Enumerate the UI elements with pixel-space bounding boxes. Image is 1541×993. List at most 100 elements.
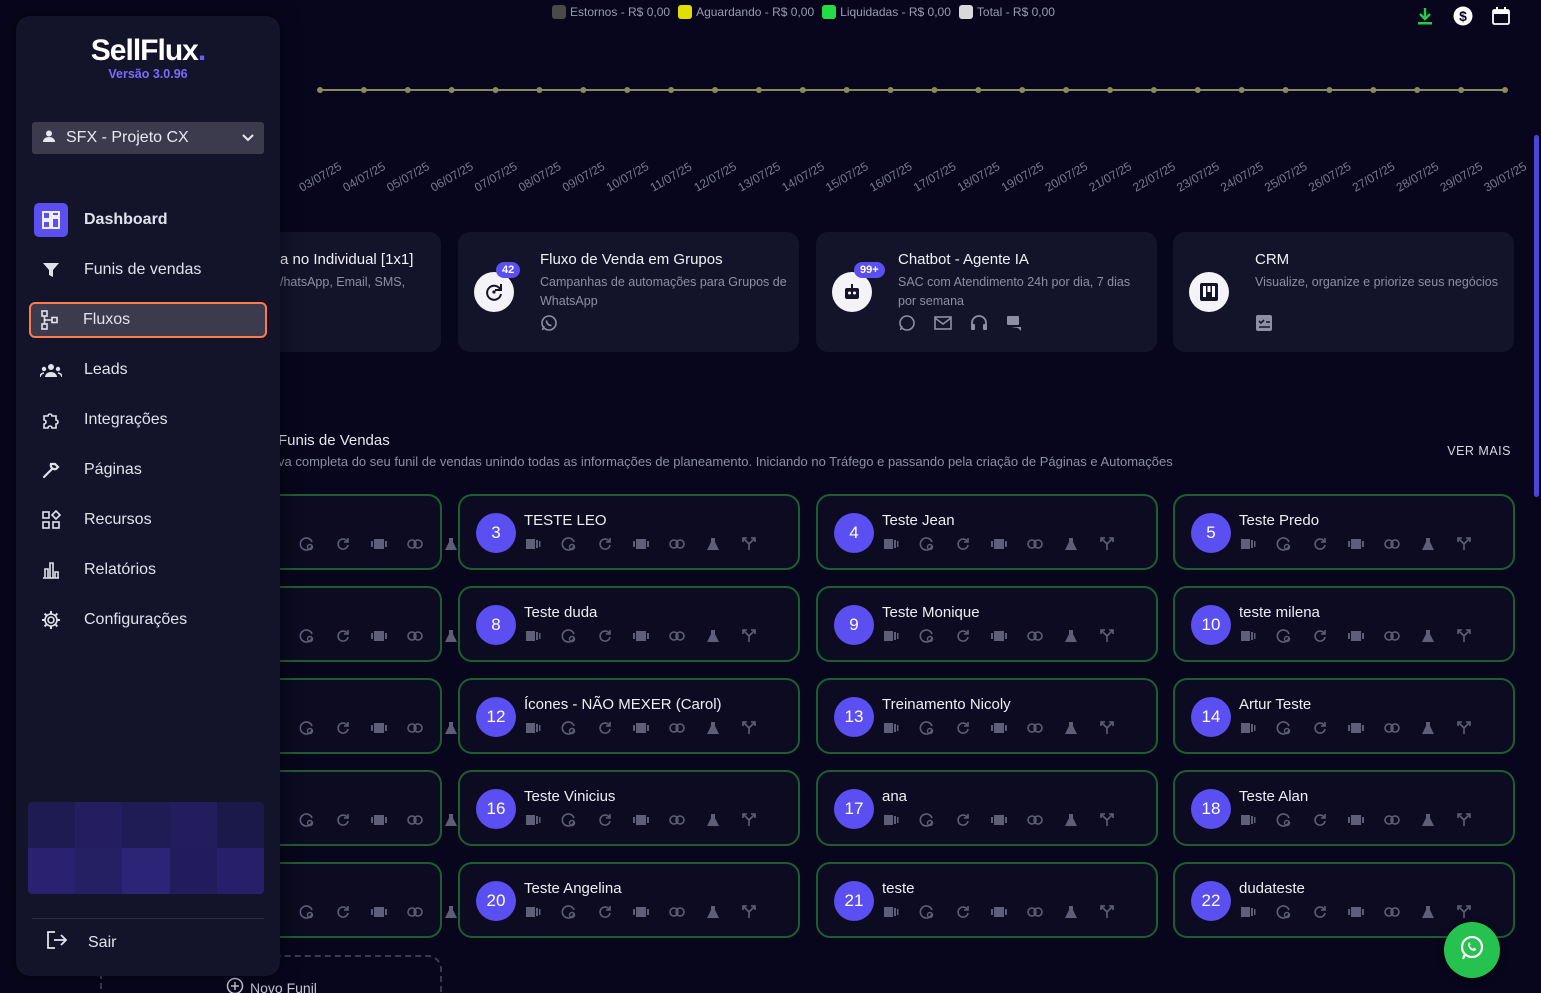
link-icon[interactable]	[668, 904, 686, 920]
refresh-icon[interactable]	[1311, 812, 1329, 828]
data-point[interactable]	[317, 87, 323, 93]
flask-icon[interactable]	[1419, 536, 1437, 552]
link-icon[interactable]	[1383, 628, 1401, 644]
split-icon[interactable]	[740, 536, 758, 552]
refresh-icon[interactable]	[954, 536, 972, 552]
link-icon[interactable]	[406, 720, 424, 736]
funnel-card[interactable]: 17 ana	[816, 770, 1158, 846]
dollar-icon[interactable]: $	[1453, 6, 1473, 26]
funnel-card[interactable]: 20 Teste Angelina	[458, 862, 800, 938]
refresh-icon[interactable]	[596, 536, 614, 552]
sync-gear-icon[interactable]	[298, 720, 316, 736]
flask-icon[interactable]	[704, 536, 722, 552]
film-icon[interactable]	[1347, 628, 1365, 644]
see-more-link[interactable]: VER MAIS	[1447, 444, 1511, 458]
split-icon[interactable]	[1098, 720, 1116, 736]
data-point[interactable]	[1107, 87, 1113, 93]
split-icon[interactable]	[740, 720, 758, 736]
sync-gear-icon[interactable]	[1275, 628, 1293, 644]
split-icon[interactable]	[1098, 812, 1116, 828]
data-point[interactable]	[1370, 87, 1377, 93]
data-point[interactable]	[975, 87, 982, 93]
video-icon[interactable]	[1239, 720, 1257, 736]
legend-item-estornos[interactable]: Estornos - R$ 0,00	[552, 5, 670, 19]
link-icon[interactable]	[1026, 628, 1044, 644]
refresh-icon[interactable]	[954, 720, 972, 736]
refresh-icon[interactable]	[954, 904, 972, 920]
refresh-icon[interactable]	[1311, 904, 1329, 920]
refresh-icon[interactable]	[334, 812, 352, 828]
flask-icon[interactable]	[1062, 720, 1080, 736]
sync-gear-icon[interactable]	[918, 720, 936, 736]
flask-icon[interactable]	[1419, 904, 1437, 920]
flask-icon[interactable]	[1419, 812, 1437, 828]
video-icon[interactable]	[882, 904, 900, 920]
sync-gear-icon[interactable]	[1275, 720, 1293, 736]
funnel-card[interactable]: 18 Teste Alan	[1173, 770, 1515, 846]
project-select[interactable]: SFX - Projeto CX	[32, 122, 264, 154]
sync-gear-icon[interactable]	[298, 536, 316, 552]
split-icon[interactable]	[1098, 628, 1116, 644]
refresh-icon[interactable]	[1311, 720, 1329, 736]
sidebar-item-integracoes[interactable]: Integrações	[32, 402, 264, 438]
video-icon[interactable]	[1239, 812, 1257, 828]
refresh-icon[interactable]	[596, 628, 614, 644]
calendar-icon[interactable]	[1491, 6, 1511, 26]
sidebar-item-configuracoes[interactable]: Configurações	[32, 602, 264, 638]
flask-icon[interactable]	[704, 904, 722, 920]
film-icon[interactable]	[370, 628, 388, 644]
sidebar-item-dashboard[interactable]: Dashboard	[32, 202, 264, 238]
legend-item-aguardando[interactable]: Aguardando - R$ 0,00	[678, 5, 814, 19]
data-point[interactable]	[755, 87, 762, 93]
link-icon[interactable]	[1383, 812, 1401, 828]
split-icon[interactable]	[1455, 812, 1473, 828]
film-icon[interactable]	[990, 720, 1008, 736]
flask-icon[interactable]	[1419, 628, 1437, 644]
link-icon[interactable]	[406, 812, 424, 828]
product-card-chatbot[interactable]: 99+ Chatbot - Agente IA SAC com Atendime…	[816, 232, 1157, 352]
refresh-icon[interactable]	[596, 904, 614, 920]
funnel-card[interactable]: 9 Teste Monique	[816, 586, 1158, 662]
sync-gear-icon[interactable]	[560, 628, 578, 644]
download-icon[interactable]	[1415, 6, 1435, 26]
film-icon[interactable]	[1347, 536, 1365, 552]
flask-icon[interactable]	[1062, 904, 1080, 920]
film-icon[interactable]	[990, 536, 1008, 552]
logout-button[interactable]: Sair	[46, 930, 116, 955]
split-icon[interactable]	[1455, 536, 1473, 552]
sidebar-item-fluxos[interactable]: Fluxos	[29, 302, 267, 338]
funnel-card[interactable]: 10 teste milena	[1173, 586, 1515, 662]
split-icon[interactable]	[1455, 720, 1473, 736]
link-icon[interactable]	[1026, 720, 1044, 736]
data-point[interactable]	[931, 87, 938, 93]
video-icon[interactable]	[524, 628, 542, 644]
data-point[interactable]	[1238, 87, 1245, 93]
film-icon[interactable]	[370, 904, 388, 920]
sync-gear-icon[interactable]	[560, 720, 578, 736]
film-icon[interactable]	[990, 812, 1008, 828]
data-point[interactable]	[580, 87, 587, 93]
film-icon[interactable]	[990, 628, 1008, 644]
data-point[interactable]	[712, 87, 718, 93]
video-icon[interactable]	[882, 536, 900, 552]
link-icon[interactable]	[406, 904, 424, 920]
film-icon[interactable]	[1347, 720, 1365, 736]
sidebar-item-relatorios[interactable]: Relatórios	[32, 552, 264, 588]
data-point[interactable]	[360, 87, 367, 93]
film-icon[interactable]	[632, 536, 650, 552]
data-point[interactable]	[799, 87, 806, 93]
sidebar-item-paginas[interactable]: Páginas	[32, 452, 264, 488]
flask-icon[interactable]	[704, 628, 722, 644]
refresh-icon[interactable]	[334, 720, 352, 736]
refresh-icon[interactable]	[596, 720, 614, 736]
link-icon[interactable]	[668, 536, 686, 552]
link-icon[interactable]	[406, 628, 424, 644]
link-icon[interactable]	[668, 628, 686, 644]
sync-gear-icon[interactable]	[298, 812, 316, 828]
split-icon[interactable]	[740, 812, 758, 828]
video-icon[interactable]	[524, 904, 542, 920]
funnel-card[interactable]: 13 Treinamento Nicoly	[816, 678, 1158, 754]
funnel-card[interactable]: 12 Ícones - NÃO MEXER (Carol)	[458, 678, 800, 754]
sync-gear-icon[interactable]	[918, 536, 936, 552]
film-icon[interactable]	[370, 536, 388, 552]
